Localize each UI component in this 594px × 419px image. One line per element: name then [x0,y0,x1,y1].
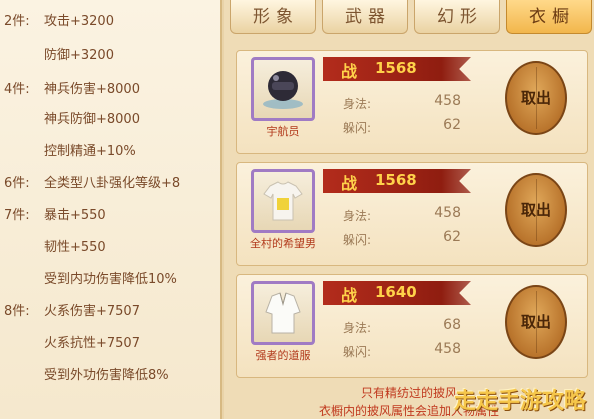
take-out-button[interactable]: 取出 [505,173,567,247]
wardrobe-panel: 形象 武器 幻形 衣橱 宇航员 战 1568 身法: 458 躲闪: 62 取出 [224,0,594,419]
attr-value: 62 [443,117,461,133]
tab-bar: 形象 武器 幻形 衣橱 [230,0,594,36]
attr-value: 68 [443,317,461,333]
take-out-button[interactable]: 取出 [505,285,567,359]
bonus-stat: 暴击+550 [44,208,106,223]
attr-value: 458 [434,205,461,221]
bonus-stat: 火系抗性+7507 [44,336,140,351]
bonus-stat: 神兵伤害+8000 [44,82,140,97]
watermark-logo: 走走手游攻略 [453,389,586,414]
bonus-tier: 7件: [4,208,30,223]
power-label: 战 [341,286,358,305]
bonus-stat: 受到外功伤害降低8% [44,368,169,383]
bonus-stat: 神兵防御+8000 [44,112,140,127]
attr-label: 身法: [343,97,372,111]
power-value: 1640 [375,283,417,301]
attr-label: 躲闪: [343,345,372,359]
astronaut-outfit-icon [263,71,303,109]
tab-wardrobe[interactable]: 衣橱 [506,0,592,34]
bonus-stat: 火系伤害+7507 [44,304,140,319]
set-bonus-panel: 2件: 攻击+3200 防御+3200 4件: 神兵伤害+8000 神兵防御+8… [0,0,222,419]
attr-value: 62 [443,229,461,245]
bonus-stat: 全类型八卦强化等级+8 [44,176,181,191]
attr-value: 458 [434,341,461,357]
power-ribbon: 战 1568 [323,57,471,81]
bonus-stat: 受到内功伤害降低10% [44,272,177,287]
outfit-card: 全村的希望男 战 1568 身法: 458 躲闪: 62 取出 [236,162,588,266]
dao-robe-icon [265,292,301,334]
take-out-button[interactable]: 取出 [505,61,567,135]
power-label: 战 [341,174,358,193]
attr-label: 身法: [343,321,372,335]
village-shirt-icon [263,181,303,221]
attr-value: 458 [434,93,461,109]
bonus-tier: 6件: [4,176,30,191]
power-label: 战 [341,62,358,81]
bonus-stat: 控制精通+10% [44,144,136,159]
bonus-stat: 攻击+3200 [44,14,114,29]
tab-appearance[interactable]: 形象 [230,0,316,34]
attr-label: 躲闪: [343,233,372,247]
outfit-card: 宇航员 战 1568 身法: 458 躲闪: 62 取出 [236,50,588,154]
bonus-stat: 韧性+550 [44,240,106,255]
outfit-name: 全村的希望男 [250,237,316,250]
outfit-slot[interactable] [251,281,315,345]
outfit-name: 宇航员 [266,125,300,138]
power-ribbon: 战 1640 [323,281,471,305]
attr-label: 身法: [343,209,372,223]
bonus-tier: 2件: [4,14,30,29]
bonus-stat: 防御+3200 [44,48,114,63]
attr-label: 躲闪: [343,121,372,135]
bonus-tier: 4件: [4,82,30,97]
bonus-tier: 8件: [4,304,30,319]
power-value: 1568 [375,59,417,77]
outfit-slot[interactable] [251,57,315,121]
outfit-card: 强者的道服 战 1640 身法: 68 躲闪: 458 取出 [236,274,588,378]
tab-transform[interactable]: 幻形 [414,0,500,34]
outfit-slot[interactable] [251,169,315,233]
tab-weapon[interactable]: 武器 [322,0,408,34]
outfit-name: 强者的道服 [255,349,311,362]
power-ribbon: 战 1568 [323,169,471,193]
power-value: 1568 [375,171,417,189]
